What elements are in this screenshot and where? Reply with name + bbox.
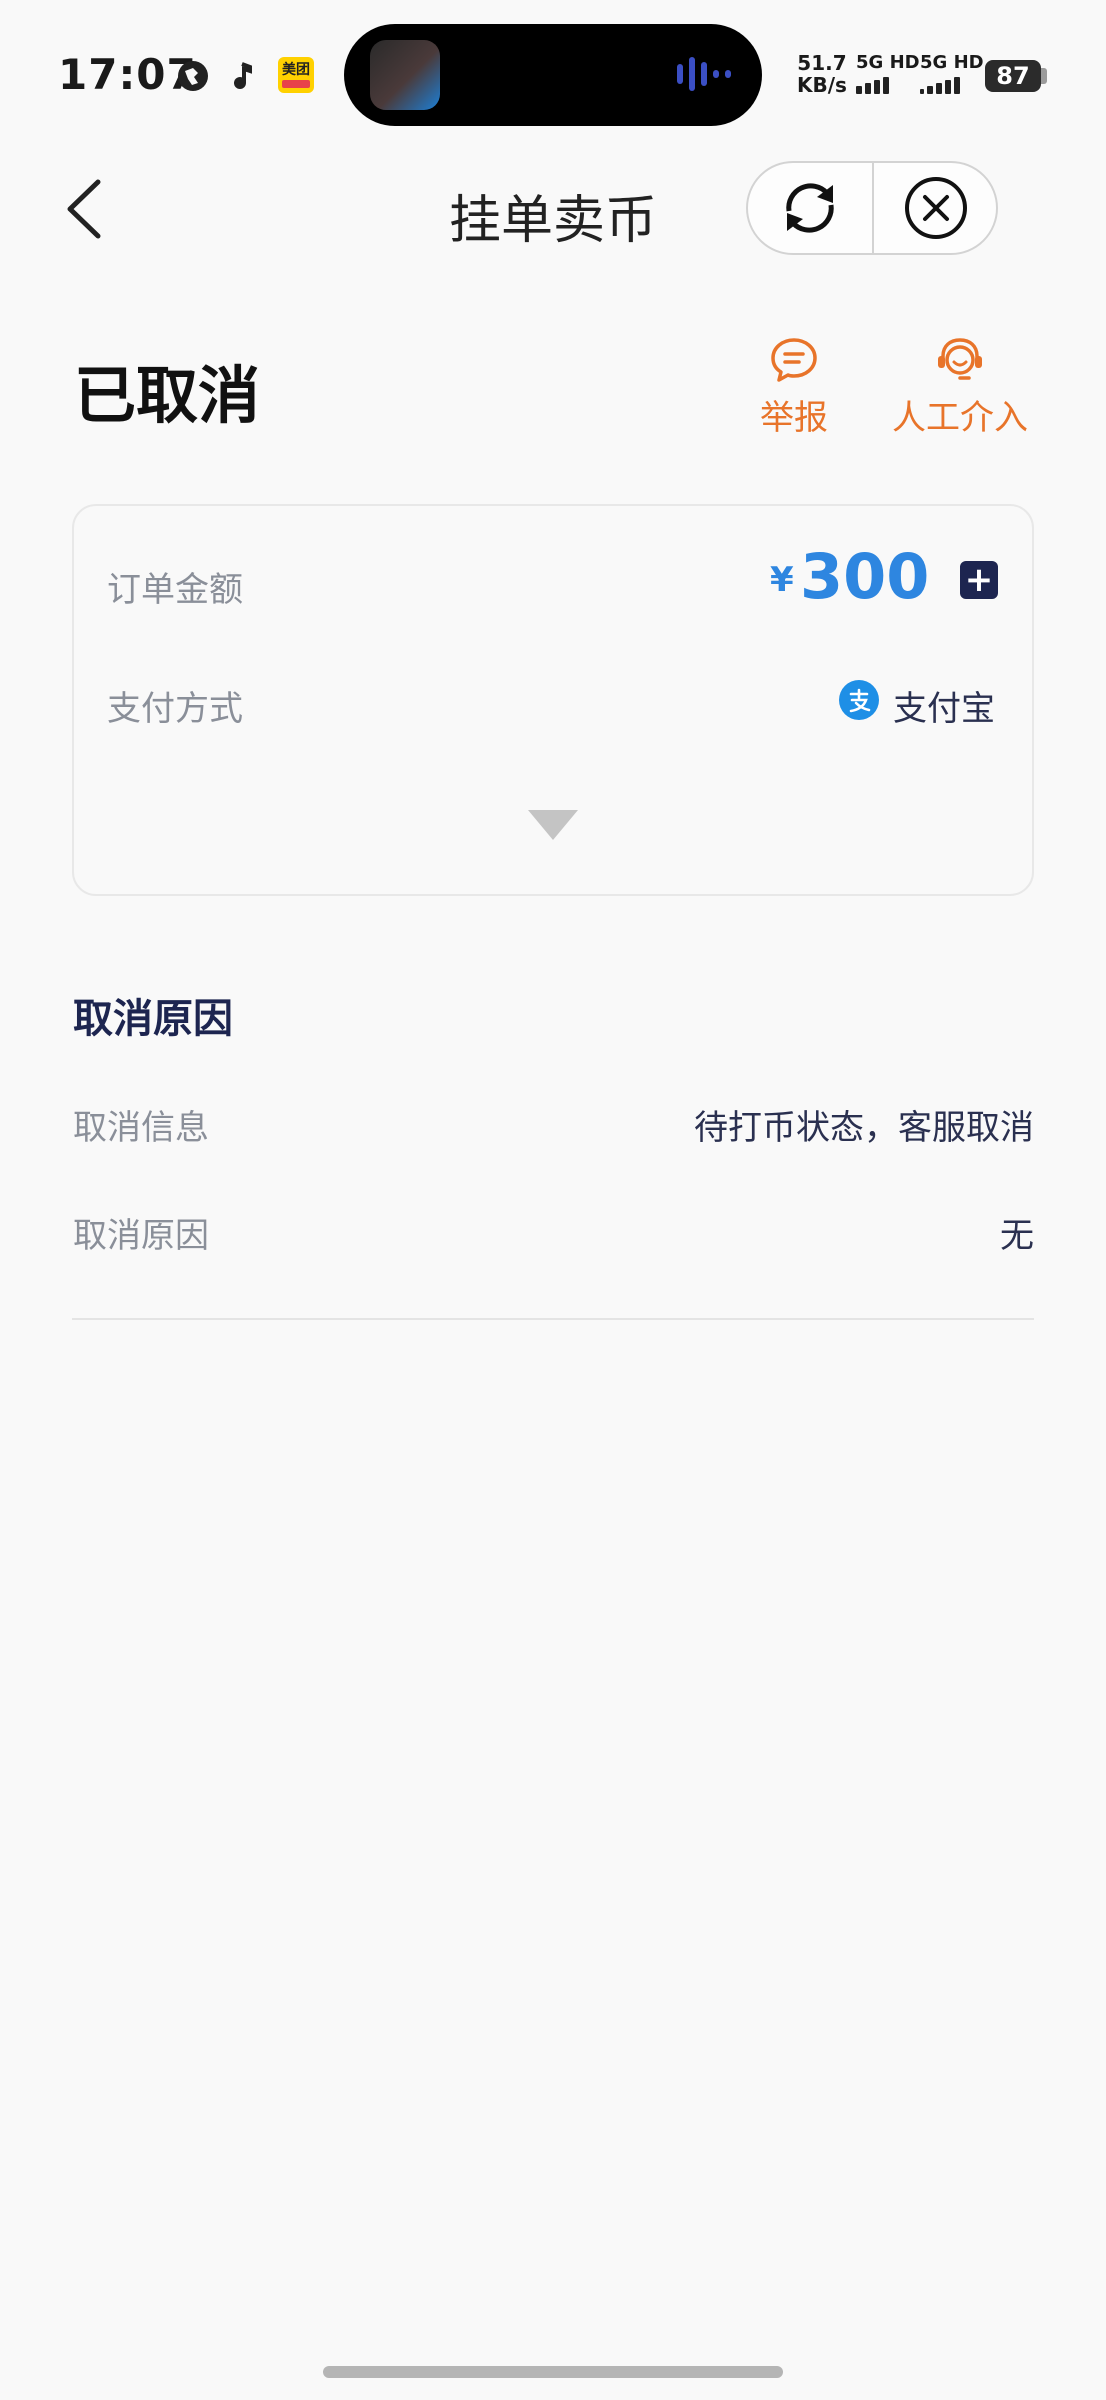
refresh-icon (786, 183, 834, 233)
signal-bars-icon (856, 77, 920, 94)
dynamic-island[interactable] (344, 24, 762, 126)
order-status: 已取消 (74, 359, 261, 432)
signal-sim1: 5G HD (856, 52, 920, 94)
meituan-app-icon: 美团 (278, 57, 314, 93)
battery-tip (1041, 68, 1047, 84)
album-art-thumbnail (370, 40, 440, 110)
location-icon (175, 58, 211, 94)
alipay-icon (839, 680, 879, 720)
home-indicator[interactable] (323, 2366, 783, 2378)
report-button[interactable]: 举报 (760, 336, 828, 439)
section-divider (72, 1318, 1034, 1320)
mini-program-capsule (746, 161, 998, 255)
payment-method: 支付宝 (893, 689, 995, 729)
human-intervention-button[interactable]: 人工介入 (892, 336, 1028, 439)
chat-report-icon (771, 338, 817, 382)
music-note-icon (228, 58, 258, 94)
intervene-label: 人工介入 (892, 398, 1028, 438)
cancel-info-label: 取消信息 (73, 1108, 209, 1148)
close-circle-icon (905, 177, 967, 239)
cancel-reason-label: 取消原因 (73, 1216, 209, 1256)
chevron-left-icon (67, 179, 101, 239)
amount-label: 订单金额 (107, 570, 243, 610)
audio-wave-icon (677, 64, 683, 84)
close-button[interactable] (874, 163, 998, 253)
cancel-section-title: 取消原因 (73, 996, 233, 1042)
plus-square-icon[interactable]: + (960, 561, 998, 599)
signal-sim2: 5G HD (920, 52, 984, 94)
battery-indicator: 87 (985, 60, 1041, 92)
expand-details-button[interactable] (526, 808, 580, 846)
triangle-down-icon (528, 810, 578, 840)
report-label: 举报 (760, 398, 828, 438)
back-button[interactable] (62, 176, 112, 242)
network-speed: 51.7 KB/s (797, 51, 847, 97)
currency-symbol: ¥ (770, 560, 794, 600)
signal-bars-icon (920, 77, 984, 94)
refresh-button[interactable] (748, 163, 872, 253)
customer-service-icon (938, 338, 982, 380)
payment-label: 支付方式 (107, 689, 243, 729)
cancel-reason-value: 无 (1000, 1216, 1034, 1256)
cancel-info-value: 待打币状态，客服取消 (694, 1108, 1034, 1148)
order-amount: 300 (800, 540, 930, 613)
